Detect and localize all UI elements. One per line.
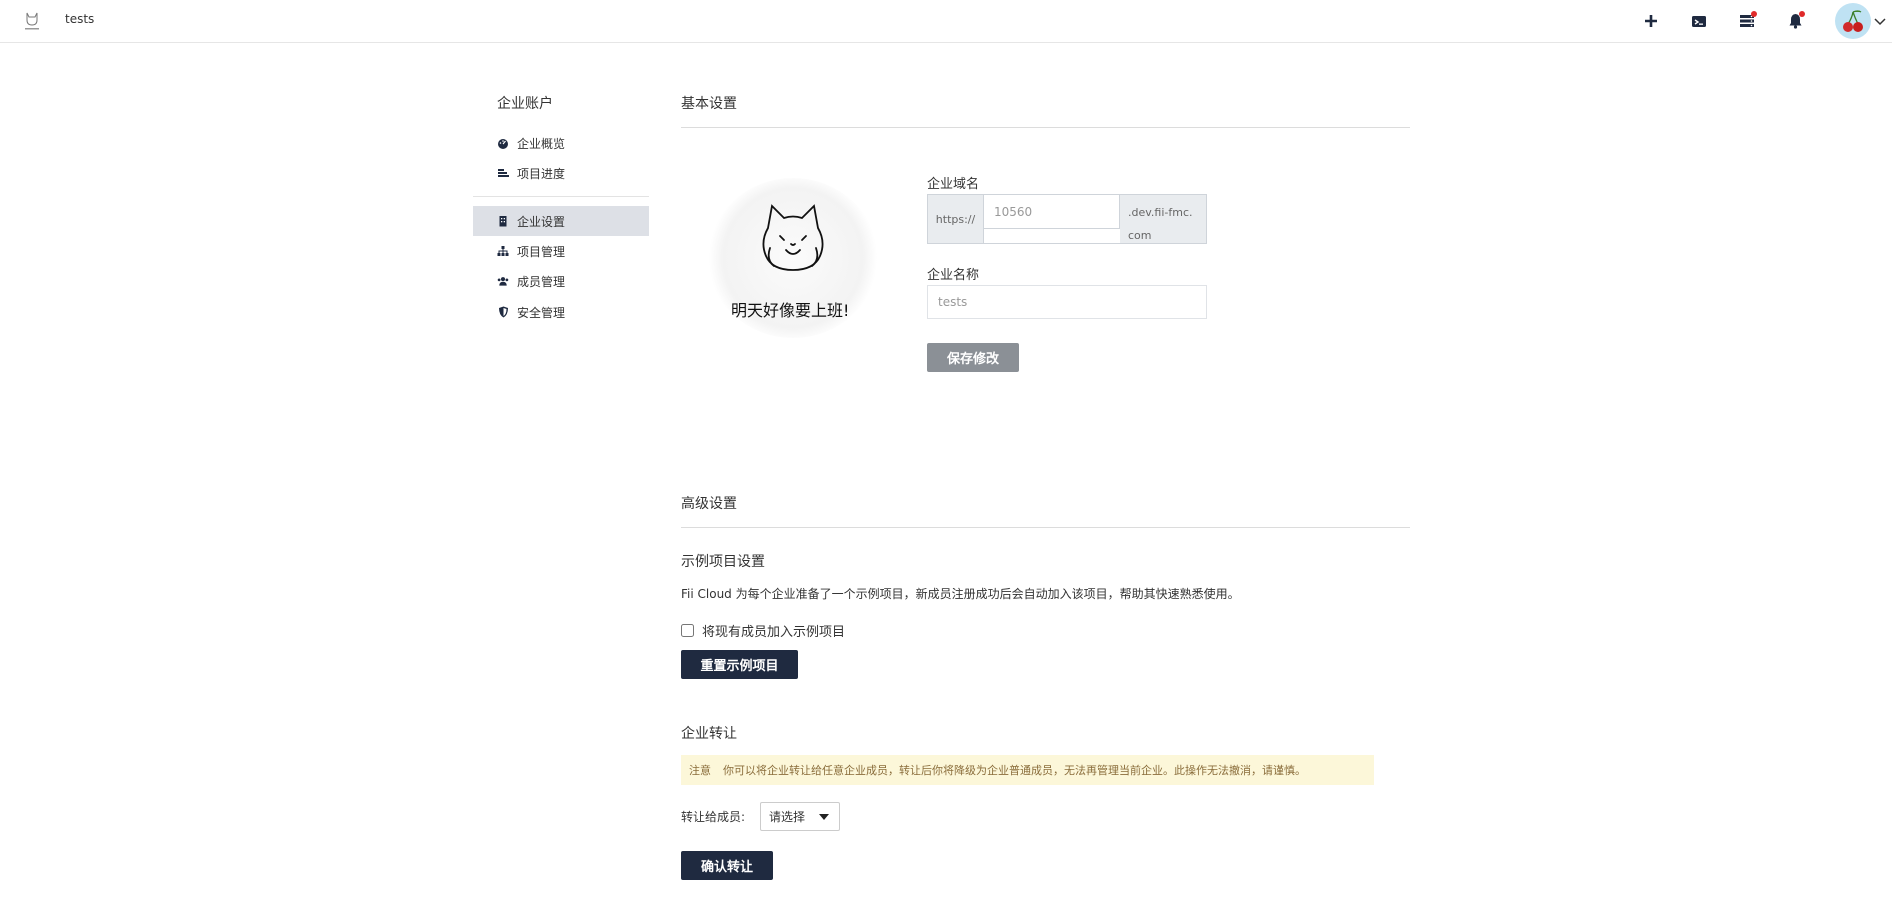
member-select[interactable]: 请选择 bbox=[760, 802, 840, 831]
plus-icon[interactable] bbox=[1638, 8, 1664, 34]
basic-settings-title: 基本设置 bbox=[681, 96, 737, 112]
enterprise-name-label: 企业名称 bbox=[927, 268, 980, 283]
sidebar-item-enterprise-settings[interactable]: 企业设置 bbox=[473, 206, 649, 236]
notification-dot bbox=[1799, 11, 1805, 17]
sidebar-title: 企业账户 bbox=[497, 96, 553, 112]
transfer-title: 企业转让 bbox=[681, 726, 737, 742]
confirm-transfer-button[interactable]: 确认转让 bbox=[681, 851, 773, 880]
notification-dot bbox=[1751, 11, 1757, 17]
enterprise-name-input[interactable] bbox=[927, 285, 1207, 319]
sidebar-divider bbox=[473, 196, 649, 197]
server-list-icon[interactable] bbox=[1734, 8, 1760, 34]
building-icon bbox=[497, 215, 509, 227]
transfer-warning: 注意 你可以将企业转让给任意企业成员，转让后你将降级为企业普通成员，无法再管理当… bbox=[681, 755, 1374, 785]
domain-suffix: .dev.fii-fmc.com bbox=[1120, 195, 1206, 243]
sidebar-item-project-management[interactable]: 项目管理 bbox=[473, 236, 649, 266]
caret-down-icon bbox=[819, 814, 829, 820]
chevron-down-icon[interactable] bbox=[1874, 15, 1886, 30]
dashboard-icon bbox=[497, 137, 509, 149]
domain-label: 企业域名 bbox=[927, 177, 980, 192]
sample-project-title: 示例项目设置 bbox=[681, 554, 765, 570]
domain-input[interactable] bbox=[984, 195, 1120, 229]
reset-sample-project-button[interactable]: 重置示例项目 bbox=[681, 650, 798, 679]
sidebar-item-member-management[interactable]: 成员管理 bbox=[473, 266, 649, 296]
sidebar-item-label: 安全管理 bbox=[517, 305, 566, 320]
sidebar-item-security[interactable]: 安全管理 bbox=[473, 297, 649, 327]
app-title[interactable]: tests bbox=[65, 12, 94, 26]
logo[interactable] bbox=[20, 9, 44, 33]
advanced-settings-title: 高级设置 bbox=[681, 496, 737, 512]
shield-icon bbox=[497, 306, 509, 318]
sidebar-item-progress[interactable]: 项目进度 bbox=[473, 158, 649, 188]
add-members-checkbox[interactable] bbox=[681, 624, 694, 637]
domain-input-group: https:// .dev.fii-fmc.com bbox=[927, 194, 1207, 244]
sitemap-icon bbox=[497, 245, 509, 257]
sidebar-item-label: 成员管理 bbox=[517, 274, 566, 289]
bell-icon[interactable] bbox=[1782, 8, 1808, 34]
section-divider bbox=[681, 127, 1410, 128]
checkbox-label: 将现有成员加入示例项目 bbox=[702, 625, 846, 640]
section-divider bbox=[681, 527, 1410, 528]
add-members-checkbox-row[interactable]: 将现有成员加入示例项目 bbox=[681, 621, 845, 640]
sidebar-item-overview[interactable]: 企业概览 bbox=[473, 128, 649, 158]
progress-bars-icon bbox=[497, 167, 509, 179]
sidebar-item-label: 项目进度 bbox=[517, 166, 566, 181]
transfer-to-label: 转让给成员: bbox=[681, 810, 746, 824]
top-bar: tests bbox=[0, 0, 1892, 43]
domain-prefix: https:// bbox=[928, 195, 984, 243]
users-icon bbox=[497, 275, 509, 287]
select-value: 请选择 bbox=[769, 810, 806, 824]
terminal-folder-icon[interactable] bbox=[1686, 8, 1712, 34]
save-button[interactable]: 保存修改 bbox=[927, 343, 1019, 372]
sidebar-item-label: 企业设置 bbox=[517, 214, 566, 229]
sidebar-item-label: 项目管理 bbox=[517, 244, 566, 259]
warning-label: 注意 bbox=[689, 764, 711, 777]
illustration-caption: 明天好像要上班! bbox=[731, 301, 850, 320]
avatar[interactable] bbox=[1835, 3, 1871, 39]
sample-project-description: Fii Cloud 为每个企业准备了一个示例项目，新成员注册成功后会自动加入该项… bbox=[681, 587, 1240, 601]
warning-text: 你可以将企业转让给任意企业成员，转让后你将降级为企业普通成员，无法再管理当前企业… bbox=[723, 764, 1306, 777]
sidebar-item-label: 企业概览 bbox=[517, 136, 566, 151]
